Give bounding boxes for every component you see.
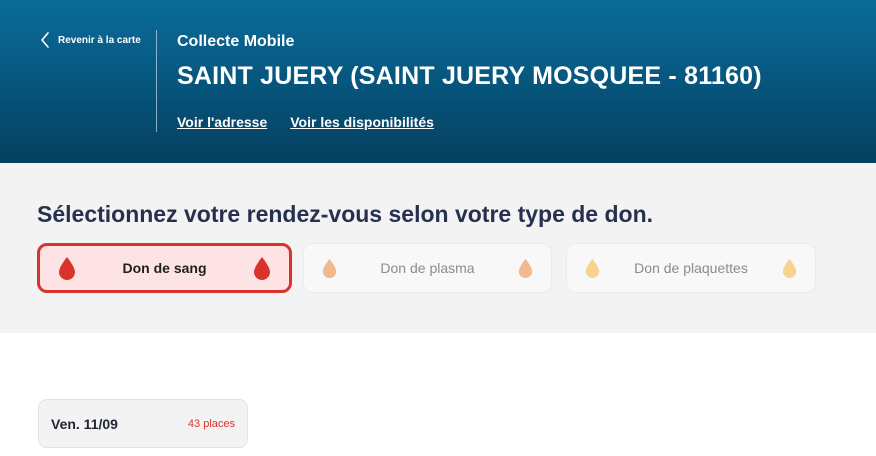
- donation-type-label: Don de sang: [122, 260, 207, 276]
- donation-type-platelets[interactable]: Don de plaquettes: [566, 243, 816, 293]
- view-availability-link[interactable]: Voir les disponibilités: [290, 114, 434, 130]
- plasma-drop-icon: [322, 258, 337, 278]
- header-links: Voir l'adresse Voir les disponibilités: [177, 114, 434, 130]
- page-title: SAINT JUERY (SAINT JUERY MOSQUEE - 81160…: [177, 62, 762, 90]
- plasma-drop-icon: [518, 258, 533, 278]
- slot-places: 43 places: [187, 417, 235, 430]
- chevron-left-icon: [41, 32, 49, 48]
- platelet-drop-icon: [585, 258, 600, 278]
- platelet-drop-icon: [782, 258, 797, 278]
- section-heading: Sélectionnez votre rendez-vous selon vot…: [37, 201, 654, 227]
- view-address-link[interactable]: Voir l'adresse: [177, 114, 267, 130]
- back-link-label: Revenir à la carte: [58, 34, 141, 46]
- donation-type-section: Sélectionnez votre rendez-vous selon vot…: [0, 163, 876, 333]
- back-to-map-link[interactable]: Revenir à la carte: [40, 32, 141, 48]
- slot-date: Ven. 11/09: [51, 415, 118, 432]
- donation-type-blood[interactable]: Don de sang: [37, 243, 292, 293]
- donation-type-plasma[interactable]: Don de plasma: [303, 243, 552, 293]
- donation-type-label: Don de plaquettes: [634, 260, 748, 276]
- collection-type: Collecte Mobile: [177, 33, 295, 50]
- blood-drop-icon: [59, 257, 75, 280]
- header-divider: [156, 30, 157, 132]
- donation-type-label: Don de plasma: [380, 260, 475, 276]
- blood-drop-icon: [253, 257, 270, 280]
- page-header: Revenir à la carte Collecte Mobile SAINT…: [0, 0, 876, 163]
- date-slot-card[interactable]: Ven. 11/09 43 places: [38, 399, 248, 448]
